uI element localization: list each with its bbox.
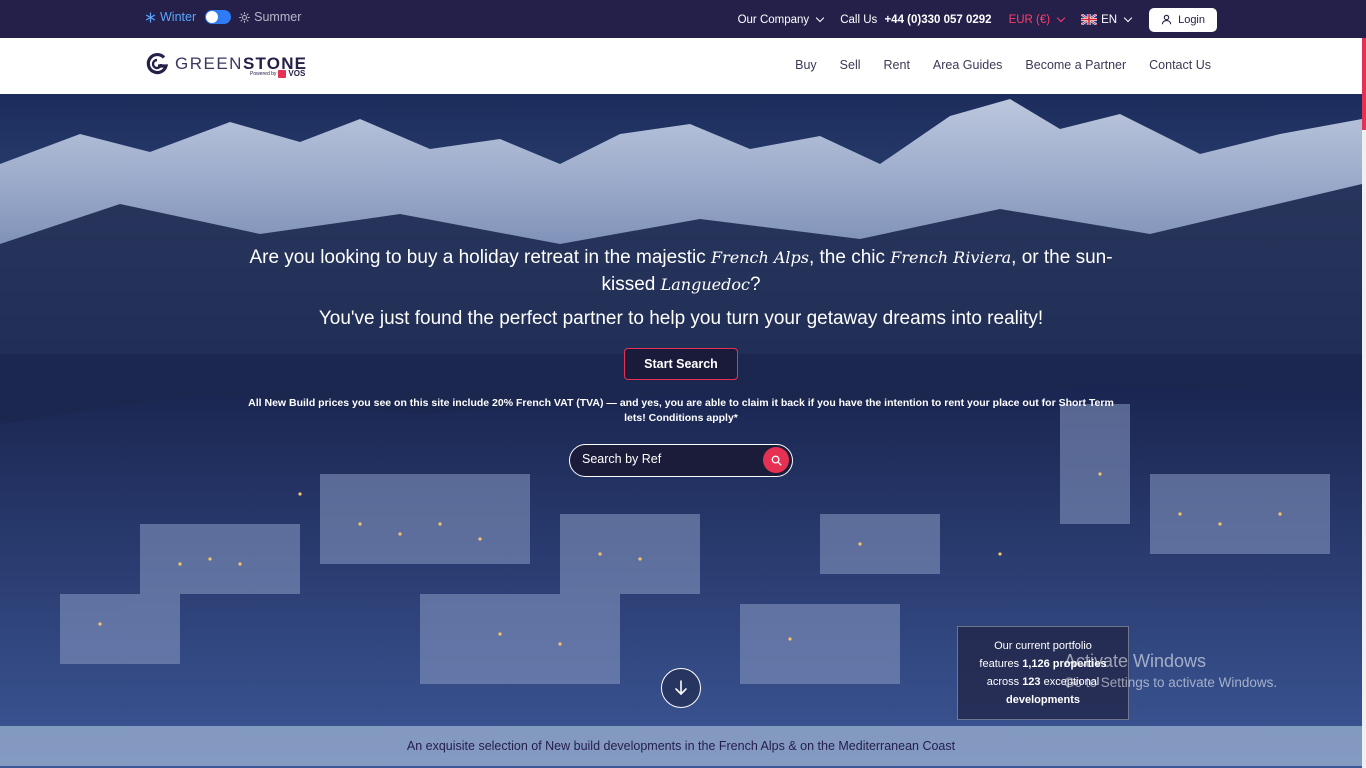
currency-label: EUR (€) bbox=[1008, 13, 1051, 26]
vos-label: VOS bbox=[288, 69, 306, 78]
nav-link-become-partner[interactable]: Become a Partner bbox=[1025, 58, 1126, 72]
toggle-knob bbox=[206, 11, 219, 23]
language-label: EN bbox=[1101, 13, 1118, 26]
developments-banner: An exquisite selection of New build deve… bbox=[0, 726, 1362, 766]
currency-dropdown[interactable]: EUR (€) bbox=[1008, 13, 1066, 26]
scrollbar-thumb[interactable] bbox=[1362, 38, 1366, 130]
summer-option[interactable]: Summer bbox=[239, 10, 301, 24]
vos-mark-icon bbox=[278, 69, 287, 78]
developments-label: developments bbox=[1006, 694, 1080, 706]
powered-by-label: Powered by bbox=[250, 70, 277, 77]
winter-label: Winter bbox=[160, 10, 197, 24]
our-company-label: Our Company bbox=[737, 13, 810, 26]
season-switcher: Winter Summer bbox=[145, 10, 301, 24]
login-button[interactable]: Login bbox=[1149, 7, 1217, 32]
portfolio-line-4: developments bbox=[958, 691, 1128, 709]
activate-subtitle: Go to Settings to activate Windows. bbox=[1064, 675, 1278, 690]
top-right-menu: Our Company Call Us +44 (0)330 057 0292 … bbox=[721, 7, 1217, 32]
headline-part-4: ? bbox=[749, 274, 761, 295]
uk-flag-icon bbox=[1081, 14, 1098, 25]
nav-links: Buy Sell Rent Area Guides Become a Partn… bbox=[772, 58, 1211, 72]
place-french-riviera: French Riviera bbox=[890, 248, 1012, 267]
winter-option[interactable]: Winter bbox=[145, 10, 196, 24]
sun-icon bbox=[239, 11, 251, 23]
headline-part-1: Are you looking to buy a holiday retreat… bbox=[249, 247, 711, 268]
across-label: across bbox=[986, 676, 1023, 688]
features-label: features bbox=[979, 658, 1023, 670]
nav-link-rent[interactable]: Rent bbox=[884, 58, 910, 72]
logo-mark-icon bbox=[146, 52, 169, 75]
place-french-alps: French Alps bbox=[710, 248, 809, 267]
search-icon bbox=[771, 455, 782, 466]
headline-part-2: , the chic bbox=[808, 247, 891, 268]
hero-subheadline: You've just found the perfect partner to… bbox=[318, 308, 1044, 329]
ref-search-input[interactable] bbox=[582, 452, 752, 466]
language-dropdown[interactable]: EN bbox=[1081, 13, 1133, 26]
nav-link-area-guides[interactable]: Area Guides bbox=[933, 58, 1002, 72]
windows-activation-watermark: Activate Windows Go to Settings to activ… bbox=[1064, 651, 1277, 690]
phone-number[interactable]: +44 (0)330 057 0292 bbox=[884, 14, 991, 26]
chevron-down-icon bbox=[815, 13, 825, 22]
logo-powered-by: Powered by VOS bbox=[250, 69, 305, 78]
activate-title: Activate Windows bbox=[1064, 651, 1207, 671]
main-navbar: GREEN STONE Powered by VOS Buy Sell Rent … bbox=[0, 38, 1362, 94]
page-scrollbar[interactable] bbox=[1362, 38, 1366, 768]
logo-text-green: GREEN bbox=[175, 54, 243, 73]
place-languedoc: Languedoc bbox=[660, 275, 750, 294]
start-search-button[interactable]: Start Search bbox=[624, 348, 738, 380]
login-label: Login bbox=[1178, 13, 1205, 26]
snowflake-icon bbox=[145, 11, 156, 23]
call-us[interactable]: Call Us +44 (0)330 057 0292 bbox=[840, 14, 991, 26]
developments-count: 123 bbox=[1022, 676, 1041, 688]
ref-search-box bbox=[569, 444, 793, 477]
scroll-down-button[interactable] bbox=[661, 668, 701, 708]
nav-link-sell[interactable]: Sell bbox=[840, 58, 861, 72]
summer-label: Summer bbox=[254, 10, 302, 24]
nav-link-contact[interactable]: Contact Us bbox=[1149, 58, 1211, 72]
season-toggle[interactable] bbox=[205, 10, 232, 24]
chevron-down-icon bbox=[1123, 13, 1133, 22]
chevron-down-icon bbox=[1056, 13, 1066, 22]
user-icon bbox=[1161, 14, 1172, 25]
hero-headline: Are you looking to buy a holiday retreat… bbox=[230, 244, 1132, 298]
vat-notice: All New Build prices you see on this sit… bbox=[248, 397, 1114, 424]
search-button[interactable] bbox=[763, 447, 789, 473]
top-bar: Winter Summer Our Company Call Us +44 (0… bbox=[0, 0, 1366, 38]
call-us-label: Call Us bbox=[840, 13, 881, 26]
hero-section: Are you looking to buy a holiday retreat… bbox=[0, 94, 1362, 768]
nav-link-buy[interactable]: Buy bbox=[795, 58, 817, 72]
arrow-down-icon bbox=[675, 680, 687, 696]
our-company-dropdown[interactable]: Our Company bbox=[737, 13, 825, 26]
